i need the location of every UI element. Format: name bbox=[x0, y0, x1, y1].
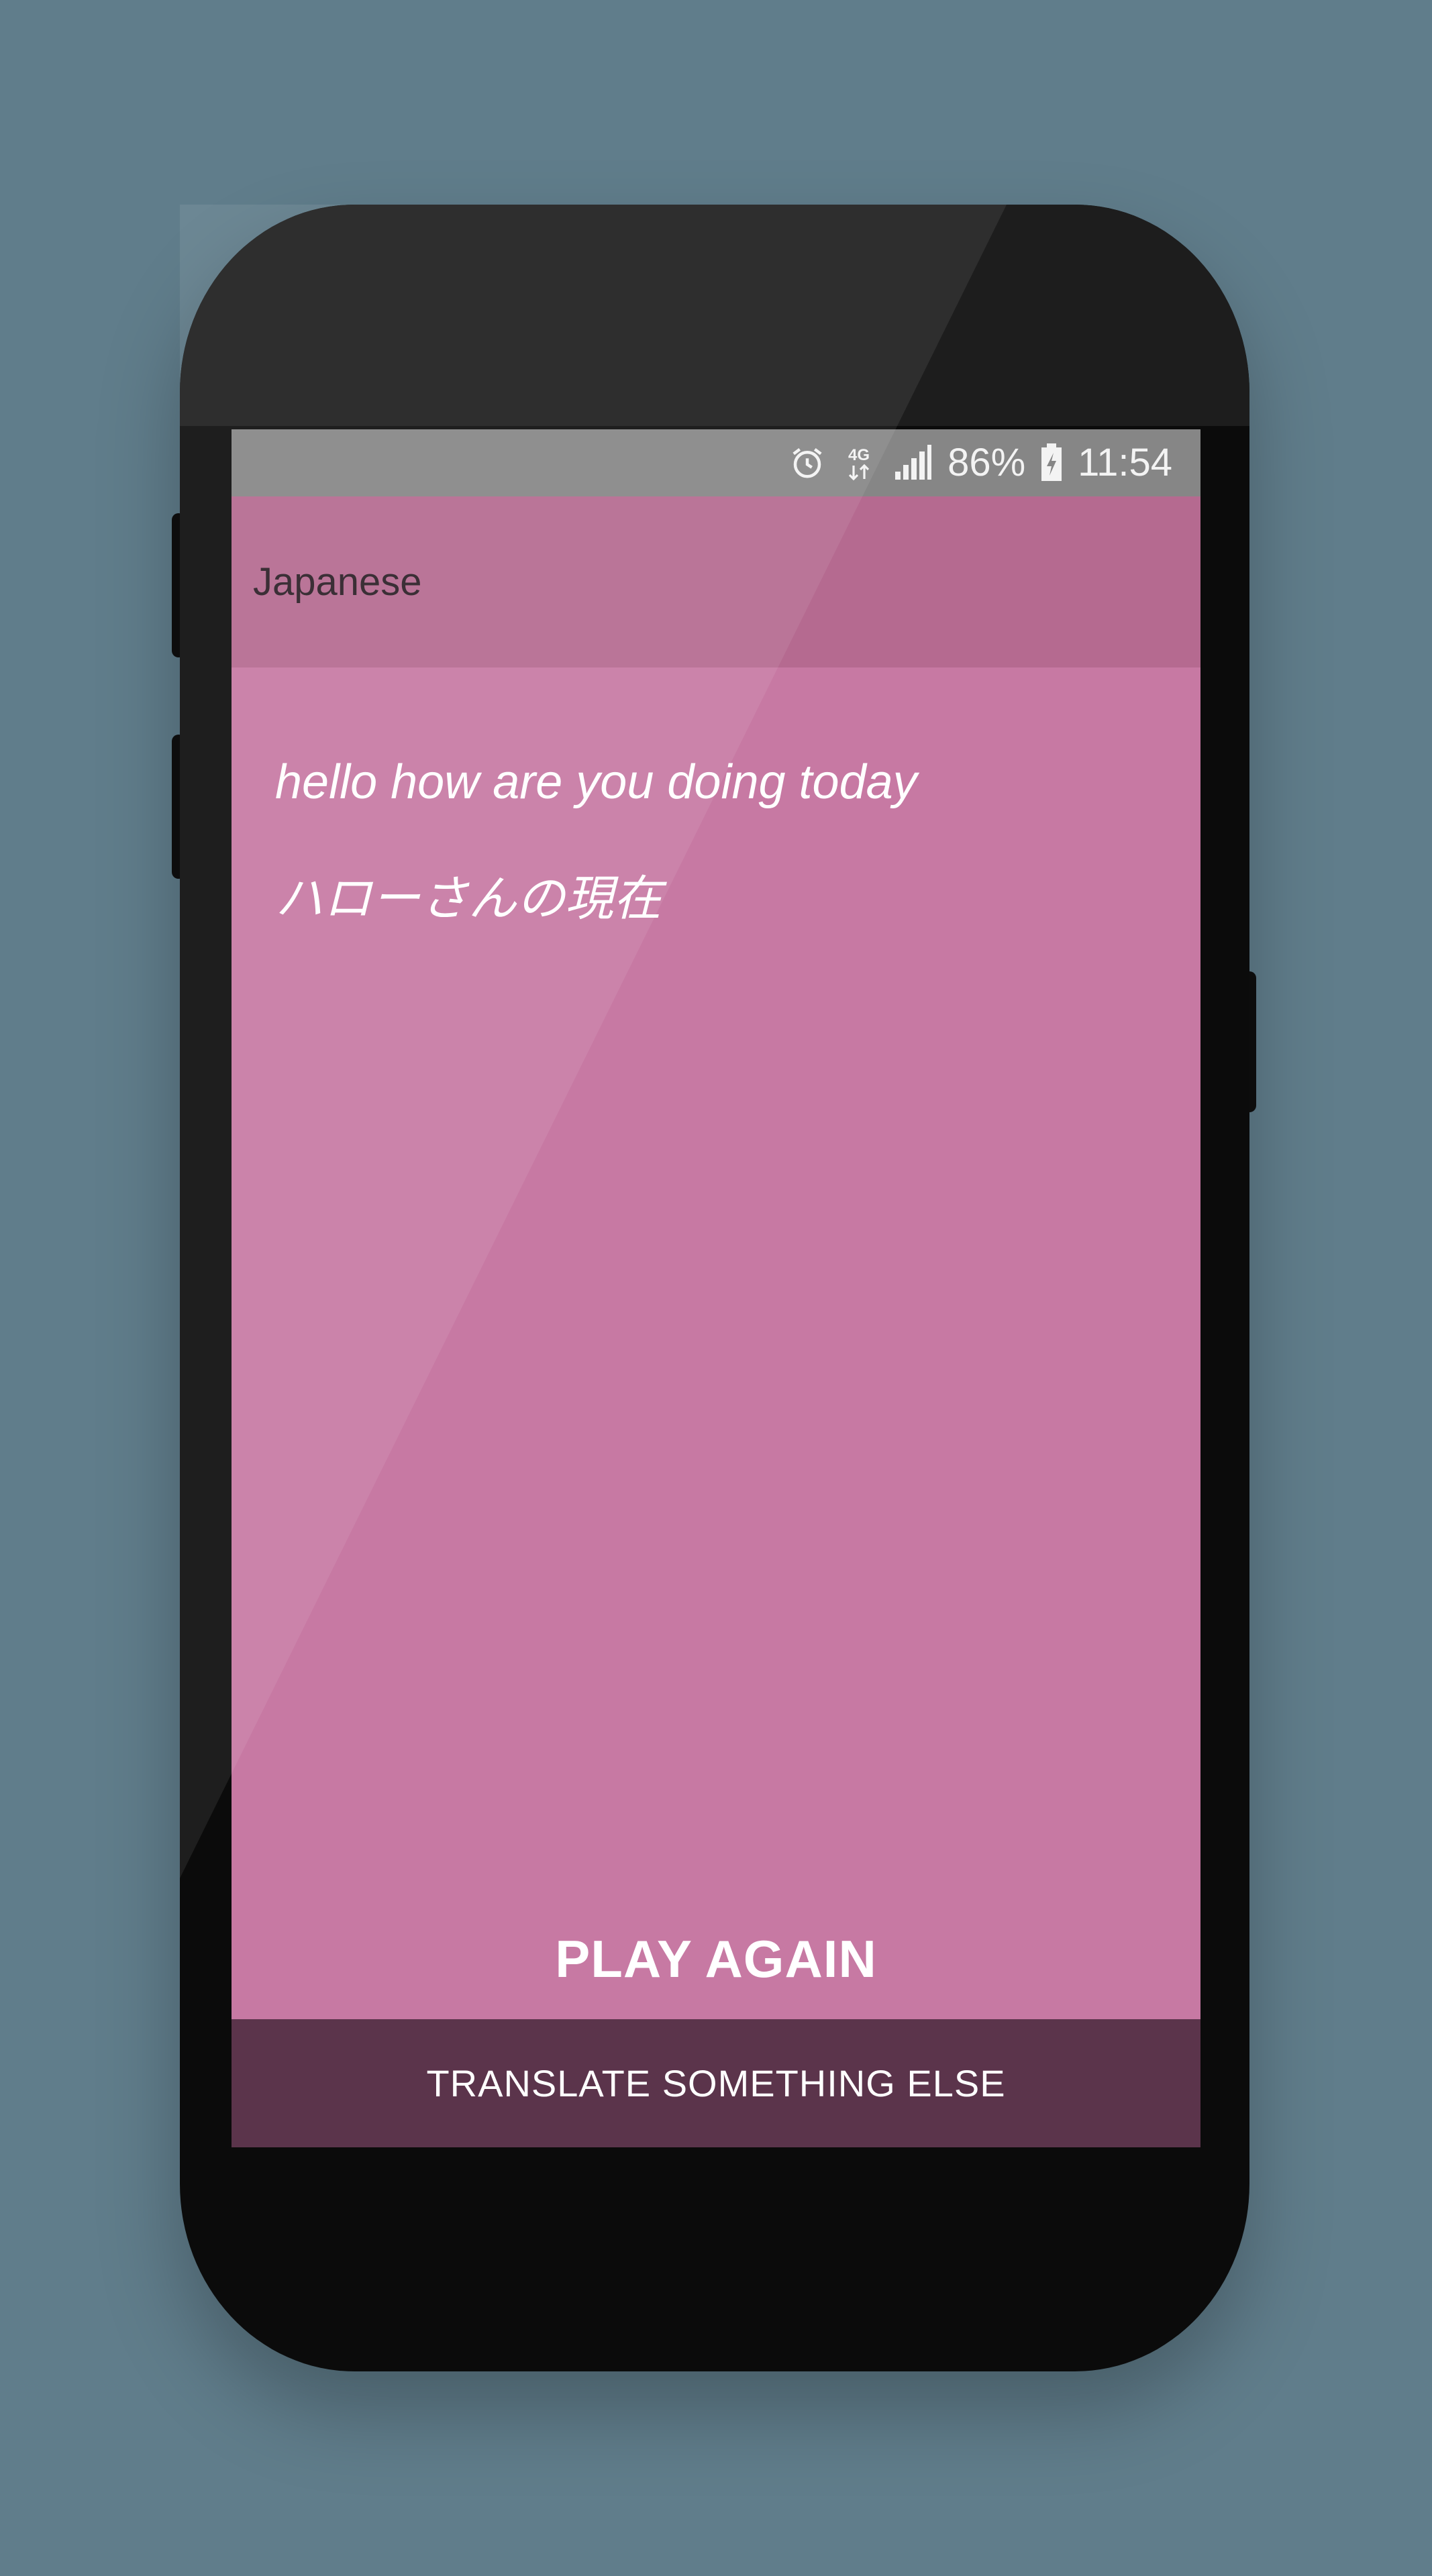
translation-content: hello how are you doing today ハローさんの現在 bbox=[232, 667, 1200, 1774]
translated-text: ハローさんの現在 bbox=[275, 870, 662, 926]
source-text: hello how are you doing today bbox=[275, 755, 917, 809]
4g-icon: 4G bbox=[840, 443, 878, 483]
battery-charging-icon bbox=[1040, 443, 1063, 482]
status-icons: 4G 86% 11:54 bbox=[789, 429, 1172, 496]
signal-icon bbox=[892, 445, 933, 481]
app-screen: 4G 86% 11:54 Japanese hello how are you … bbox=[232, 429, 1200, 2147]
phone-top-bezel bbox=[180, 205, 1249, 426]
network-type-label: 4G bbox=[848, 446, 870, 464]
status-bar: 4G 86% 11:54 bbox=[232, 429, 1200, 496]
page-title: Japanese bbox=[253, 560, 422, 604]
alarm-icon bbox=[789, 445, 825, 481]
play-again-button[interactable]: PLAY AGAIN bbox=[232, 1905, 1200, 2012]
clock: 11:54 bbox=[1078, 441, 1172, 484]
app-bar: Japanese bbox=[232, 496, 1200, 667]
translate-something-else-button[interactable]: TRANSLATE SOMETHING ELSE bbox=[232, 2019, 1200, 2147]
battery-percentage: 86% bbox=[948, 441, 1026, 484]
